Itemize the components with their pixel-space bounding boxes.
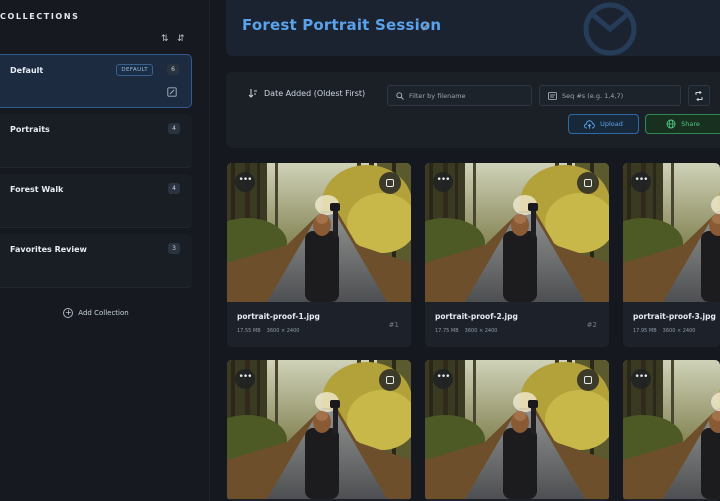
page-header: Forest Portrait Session xyxy=(226,0,720,56)
upload-button[interactable]: Upload xyxy=(568,114,639,134)
cloud-upload-icon xyxy=(584,119,595,129)
photo-card[interactable]: ••• xyxy=(227,360,411,501)
photo-size: 17.75 MB xyxy=(435,328,459,334)
photo-dimensions: 3600 × 2400 xyxy=(662,328,696,334)
photo-size: 17.95 MB xyxy=(633,328,657,334)
more-horizontal-icon[interactable]: ••• xyxy=(631,369,651,389)
collection-name: Favorites Review xyxy=(10,245,87,254)
photo-card[interactable]: ••• portrait-proof-1.jpg 17.55 MB 3600 ×… xyxy=(227,163,411,347)
select-photo-button[interactable] xyxy=(379,172,401,194)
plus-circle-icon: + xyxy=(63,308,74,318)
photo-filename: portrait-proof-1.jpg xyxy=(237,312,320,321)
more-horizontal-icon[interactable]: ••• xyxy=(433,369,453,389)
default-badge: DEFAULT xyxy=(116,64,153,76)
sort-icon xyxy=(248,89,257,98)
collection-count: 4 xyxy=(168,183,180,194)
collection-item-forest-walk[interactable]: Forest Walk 4 xyxy=(0,174,192,228)
select-photo-button[interactable] xyxy=(379,369,401,391)
sort-label: Date Added (Oldest First) xyxy=(264,88,366,98)
collections-sidebar: COLLECTIONS ⇅ ⇵ Default DEFAULT 6 Portra… xyxy=(0,0,210,501)
collection-item-default[interactable]: Default DEFAULT 6 xyxy=(0,54,192,108)
add-collection-button[interactable]: + Add Collection xyxy=(0,300,192,326)
photo-card[interactable]: ••• xyxy=(425,360,609,501)
collection-name: Default xyxy=(10,66,44,75)
select-photo-button[interactable] xyxy=(577,172,599,194)
collection-item-portraits[interactable]: Portraits 4 xyxy=(0,114,192,168)
more-horizontal-icon[interactable]: ••• xyxy=(235,172,255,192)
checkbox-icon xyxy=(386,376,394,384)
pencil-icon[interactable] xyxy=(167,87,177,97)
list-icon xyxy=(548,91,557,100)
photo-sequence-number: #2 xyxy=(586,321,597,329)
checkbox-icon xyxy=(584,179,592,187)
search-icon xyxy=(396,91,404,100)
share-button[interactable]: Share xyxy=(645,114,720,134)
photo-meta: 17.95 MB 3600 × 2400 xyxy=(633,328,695,334)
more-horizontal-icon[interactable]: ••• xyxy=(235,369,255,389)
header-decoration-icon xyxy=(583,2,637,56)
photo-card[interactable]: ••• portrait-proof-2.jpg 17.75 MB 3600 ×… xyxy=(425,163,609,347)
sort-descending-icon[interactable]: ⇵ xyxy=(177,34,187,44)
refresh-button[interactable] xyxy=(688,85,710,106)
collection-count: 3 xyxy=(168,243,180,254)
photo-card[interactable]: ••• portrait-proof-3.jpg 17.95 MB 3600 ×… xyxy=(623,163,720,347)
checkbox-icon xyxy=(584,376,592,384)
sort-dropdown[interactable]: Date Added (Oldest First) xyxy=(248,88,365,98)
photo-dimensions: 3600 × 2400 xyxy=(266,328,300,334)
checkbox-icon xyxy=(386,179,394,187)
gallery-toolbar: Date Added (Oldest First) Filter by file… xyxy=(226,72,720,148)
more-horizontal-icon[interactable]: ••• xyxy=(631,172,651,192)
collection-count: 4 xyxy=(168,123,180,134)
photo-meta: 17.75 MB 3600 × 2400 xyxy=(435,328,497,334)
more-horizontal-icon[interactable]: ••• xyxy=(433,172,453,192)
photo-meta: 17.55 MB 3600 × 2400 xyxy=(237,328,299,334)
page-title[interactable]: Forest Portrait Session xyxy=(242,16,441,34)
photo-size: 17.55 MB xyxy=(237,328,261,334)
sequence-placeholder: Seq #s (e.g. 1,4,7) xyxy=(562,91,624,100)
photo-sequence-number: #1 xyxy=(388,321,399,329)
collection-count: 6 xyxy=(167,64,179,75)
collections-heading: COLLECTIONS xyxy=(0,12,80,21)
globe-icon xyxy=(666,119,676,129)
collection-name: Portraits xyxy=(10,125,50,134)
photo-card[interactable]: ••• xyxy=(623,360,720,501)
select-photo-button[interactable] xyxy=(577,369,599,391)
upload-label: Upload xyxy=(600,120,623,128)
photo-filename: portrait-proof-2.jpg xyxy=(435,312,518,321)
add-collection-label: Add Collection xyxy=(78,309,129,317)
edit-title-icon[interactable] xyxy=(421,21,431,31)
filter-placeholder: Filter by filename xyxy=(409,91,466,100)
collection-name: Forest Walk xyxy=(10,185,64,194)
sequence-input[interactable]: Seq #s (e.g. 1,4,7) xyxy=(539,85,681,106)
sort-ascending-icon[interactable]: ⇅ xyxy=(161,34,171,44)
share-label: Share xyxy=(681,120,700,128)
collection-item-favorites-review[interactable]: Favorites Review 3 xyxy=(0,234,192,288)
photo-dimensions: 3600 × 2400 xyxy=(464,328,498,334)
swap-icon xyxy=(695,90,703,101)
photo-filename: portrait-proof-3.jpg xyxy=(633,312,716,321)
filter-input[interactable]: Filter by filename xyxy=(387,85,532,106)
sidebar-sort-controls: ⇅ ⇵ xyxy=(161,34,187,44)
